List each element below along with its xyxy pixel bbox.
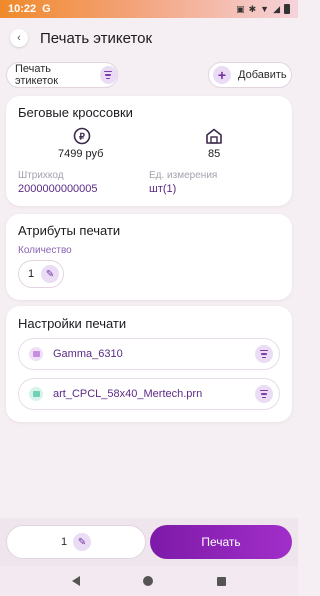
bottom-action-bar: 1 ✎ Печать (0, 518, 298, 566)
product-price: 7499 руб (58, 148, 104, 160)
battery-icon (284, 4, 290, 14)
quantity-stepper[interactable]: 1 ✎ (18, 260, 64, 288)
screenshot-icon: ▣ (236, 3, 245, 14)
page-title: Печать этикеток (40, 29, 153, 47)
print-button[interactable]: Печать (150, 525, 292, 559)
template-icon (29, 387, 43, 401)
printer-icon (29, 347, 43, 361)
printer-name: Gamma_6310 (53, 348, 123, 360)
google-icon: G (42, 3, 51, 15)
status-icons: ▣ ✱ ▼ ◢ (236, 4, 290, 15)
nav-home-icon[interactable] (143, 576, 154, 586)
print-settings-title: Настройки печати (18, 316, 127, 331)
barcode-value: 2000000000005 (18, 183, 98, 195)
product-card: Беговые кроссовки ₽ 7499 руб 85 Штрихкод… (6, 96, 292, 206)
wifi-icon: ▼ (260, 4, 270, 14)
product-name: Беговые кроссовки (18, 105, 133, 120)
pencil-icon: ✎ (73, 533, 92, 551)
back-button[interactable]: ‹ (10, 29, 28, 47)
chevron-left-icon: ‹ (17, 32, 21, 44)
filter-button[interactable]: Печать этикеток (6, 62, 118, 88)
add-button[interactable]: + Добавить (208, 62, 292, 88)
nav-recents-icon[interactable] (217, 576, 227, 586)
status-time: 10:22 (8, 3, 37, 15)
add-label: Добавить (238, 69, 287, 81)
system-nav-bar (0, 566, 298, 596)
price-icon: ₽ (72, 126, 92, 146)
bluetooth-icon: ✱ (248, 3, 257, 14)
filter-lines-icon (99, 66, 117, 84)
template-options-icon[interactable] (255, 385, 273, 403)
print-count-button[interactable]: 1 ✎ (6, 525, 146, 559)
app-header: ‹ Печать этикеток (0, 18, 298, 58)
template-name: art_CPCL_58x40_Mertech.prn (53, 388, 203, 400)
print-attributes-card: Атрибуты печати Количество 1 ✎ (6, 214, 292, 300)
template-setting-row[interactable]: art_CPCL_58x40_Mertech.prn (18, 378, 280, 410)
filter-label: Печать этикеток (15, 63, 59, 87)
print-settings-card: Настройки печати Gamma_6310 art_CPCL_58x… (6, 306, 292, 422)
plus-icon: + (213, 66, 231, 84)
quantity-value: 1 (28, 268, 35, 280)
nav-back-icon[interactable] (71, 576, 80, 586)
pencil-icon: ✎ (41, 265, 60, 283)
printer-options-icon[interactable] (255, 345, 273, 363)
product-stock: 85 (208, 148, 221, 160)
printer-setting-row[interactable]: Gamma_6310 (18, 338, 280, 370)
unit-value: шт(1) (149, 183, 177, 195)
barcode-label: Штрихкод (18, 170, 64, 181)
signal-icon: ◢ (273, 3, 280, 14)
print-attributes-title: Атрибуты печати (18, 223, 121, 238)
print-count-value: 1 (60, 536, 68, 548)
quantity-label: Количество (18, 245, 72, 256)
unit-label: Ед. измерения (149, 170, 218, 181)
status-bar: 10:22 G ▣ ✱ ▼ ◢ (0, 0, 298, 18)
svg-text:₽: ₽ (79, 132, 85, 142)
warehouse-icon (204, 126, 224, 146)
